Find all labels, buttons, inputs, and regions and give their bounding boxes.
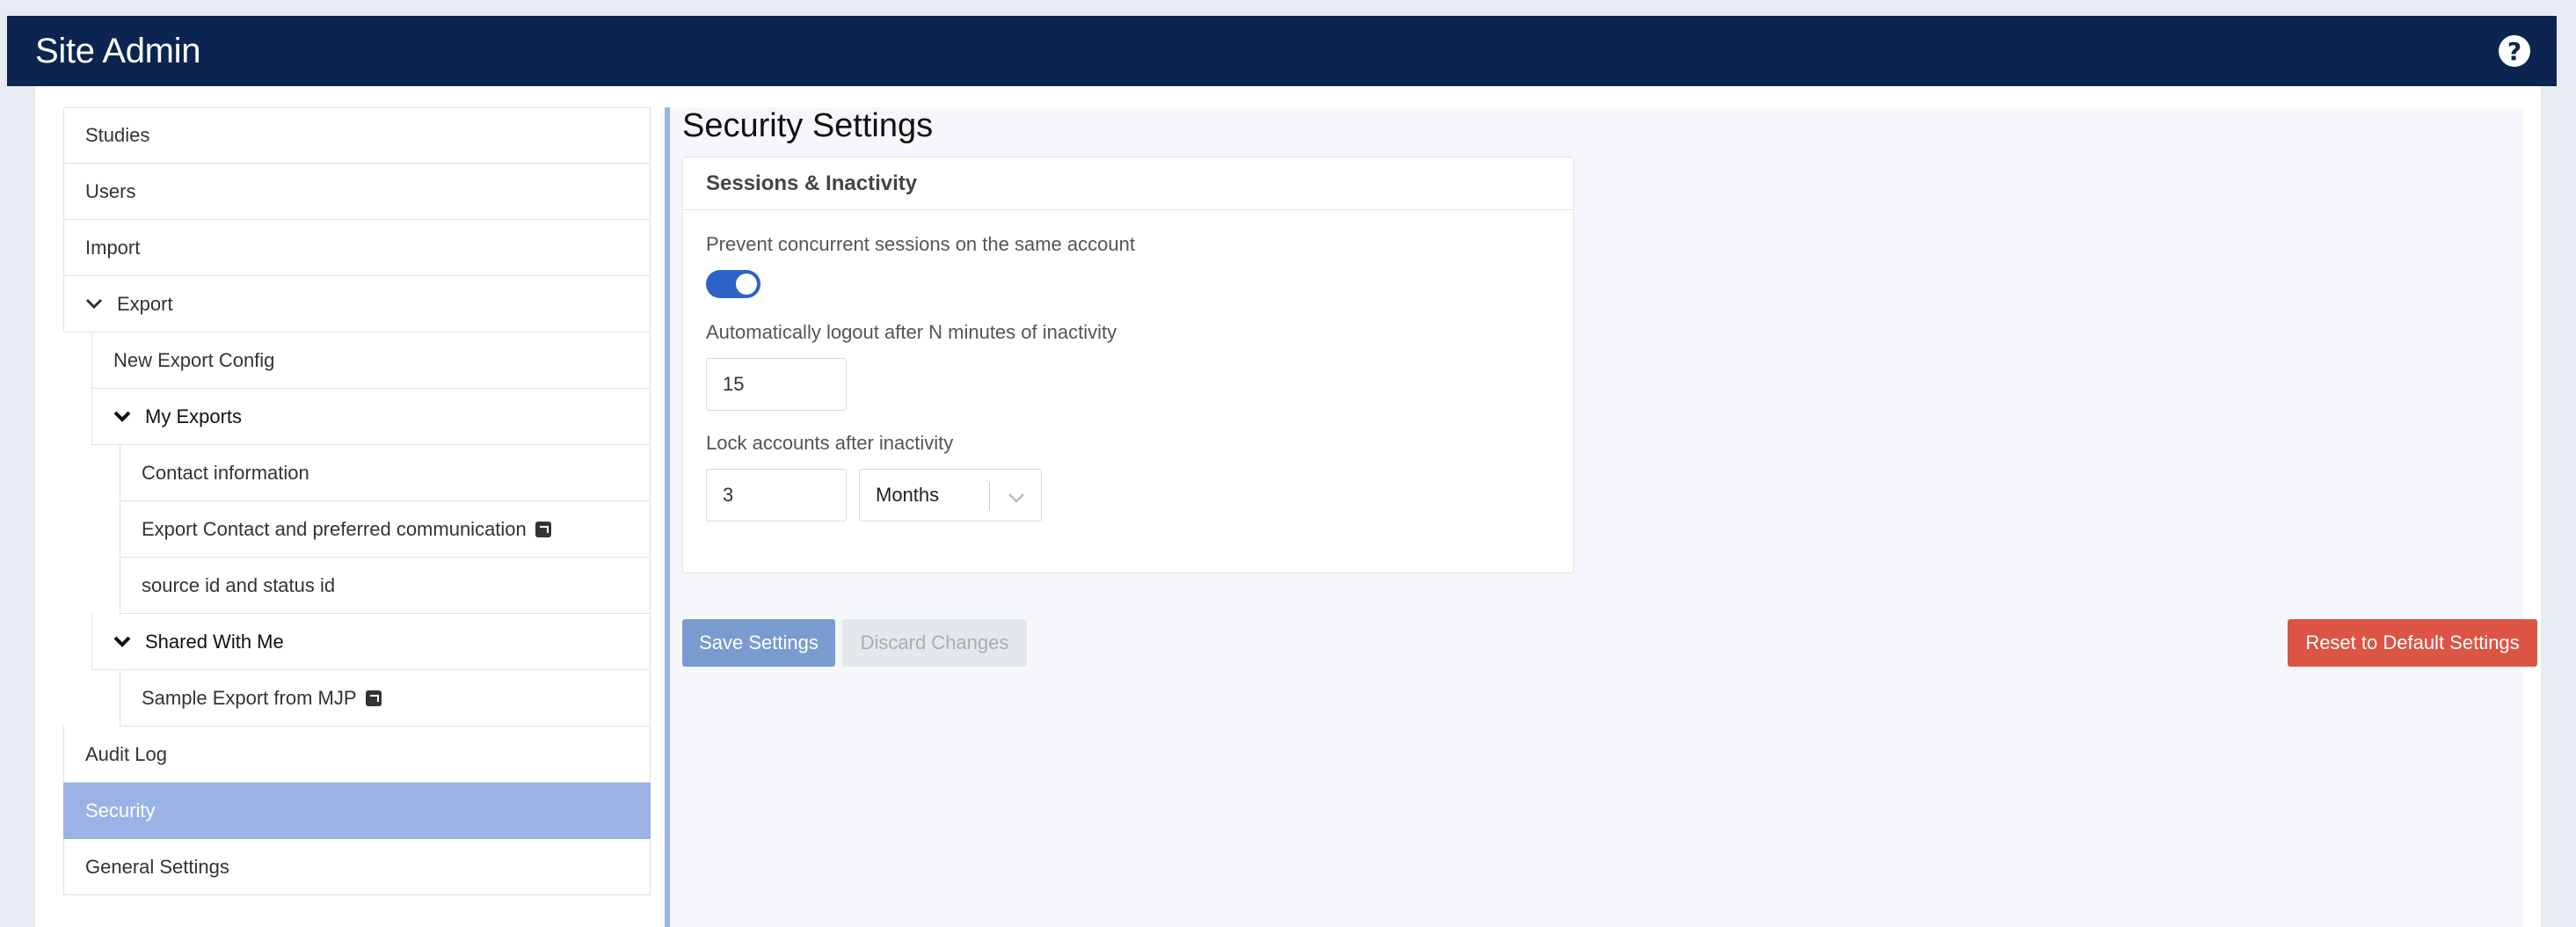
page-title: Security Settings	[682, 107, 934, 144]
app-title: Site Admin	[35, 31, 201, 70]
save-settings-button[interactable]: Save Settings	[682, 619, 835, 667]
sidebar-item-label: Security	[85, 799, 156, 821]
sidebar-item-security[interactable]: Security	[63, 783, 651, 839]
chevron-down-icon[interactable]	[113, 636, 131, 648]
sidebar-item-label: Studies	[85, 124, 150, 146]
content-frame: Studies Users Import Export New Export C…	[35, 86, 2541, 927]
select-value: Months	[876, 484, 940, 506]
lock-label: Lock accounts after inactivity	[706, 432, 954, 454]
shared-export-icon	[535, 521, 551, 537]
card-title: Sessions & Inactivity	[683, 157, 1573, 210]
sessions-card: Sessions & Inactivity Prevent concurrent…	[682, 157, 1574, 573]
sidebar-item-label: source id and status id	[142, 573, 336, 596]
main-panel: Security Settings Sessions & Inactivity …	[665, 107, 2537, 927]
sidebar-item-label: Sample Export from MJP	[142, 686, 357, 709]
sidebar-item-contact-information[interactable]: Contact information	[120, 445, 651, 501]
lock-row: Months	[706, 469, 1550, 522]
toggle-knob	[736, 274, 757, 295]
card-body: Prevent concurrent sessions on the same …	[683, 210, 1573, 544]
lock-unit-select[interactable]: Months	[859, 469, 1042, 522]
sidebar-item-label: Audit Log	[85, 742, 167, 765]
sidebar-item-label: Export	[117, 292, 173, 315]
sidebar-item-import[interactable]: Import	[63, 220, 651, 276]
sidebar-item-label: Export Contact and preferred communicati…	[142, 517, 527, 540]
discard-changes-button[interactable]: Discard Changes	[842, 619, 1027, 667]
sidebar-item-label: Import	[85, 236, 141, 259]
sidebar-item-export[interactable]: Export	[63, 276, 651, 332]
select-divider	[989, 482, 990, 510]
sidebar-item-my-exports[interactable]: My Exports	[91, 389, 651, 445]
shared-export-icon	[365, 690, 382, 706]
concurrent-sessions-toggle[interactable]	[706, 270, 760, 298]
top-bar: Site Admin ?	[7, 16, 2557, 86]
question-circle-icon[interactable]: ?	[2499, 35, 2530, 67]
reset-defaults-button[interactable]: Reset to Default Settings	[2288, 619, 2537, 667]
sidebar-item-sample-export[interactable]: Sample Export from MJP	[120, 670, 651, 726]
sidebar-item-new-export-config[interactable]: New Export Config	[91, 332, 651, 389]
logout-label: Automatically logout after N minutes of …	[706, 321, 1117, 343]
sidebar-item-label: My Exports	[145, 405, 243, 427]
lock-duration-input[interactable]	[706, 469, 847, 522]
concurrent-sessions-label: Prevent concurrent sessions on the same …	[706, 233, 1135, 255]
sidebar-item-general-settings[interactable]: General Settings	[63, 839, 651, 895]
sidebar-item-label: Shared With Me	[145, 630, 284, 653]
sidebar-item-export-contact[interactable]: Export Contact and preferred communicati…	[120, 501, 651, 558]
chevron-down-icon[interactable]	[113, 411, 131, 423]
sidebar-nav: Studies Users Import Export New Export C…	[63, 107, 651, 895]
sidebar-item-users[interactable]: Users	[63, 164, 651, 220]
sidebar-item-studies[interactable]: Studies	[63, 107, 651, 164]
chevron-down-icon	[1008, 487, 1025, 510]
sidebar-item-label: General Settings	[85, 855, 229, 878]
logout-minutes-input[interactable]	[706, 358, 847, 411]
sidebar-item-source-status[interactable]: source id and status id	[120, 558, 651, 614]
sidebar-item-label: Users	[85, 179, 136, 202]
sidebar-item-label: Contact information	[142, 461, 309, 484]
sidebar-item-shared-with-me[interactable]: Shared With Me	[91, 614, 651, 670]
sidebar-item-audit-log[interactable]: Audit Log	[63, 726, 651, 783]
sidebar-item-label: New Export Config	[113, 348, 275, 371]
chevron-down-icon[interactable]	[85, 298, 103, 310]
